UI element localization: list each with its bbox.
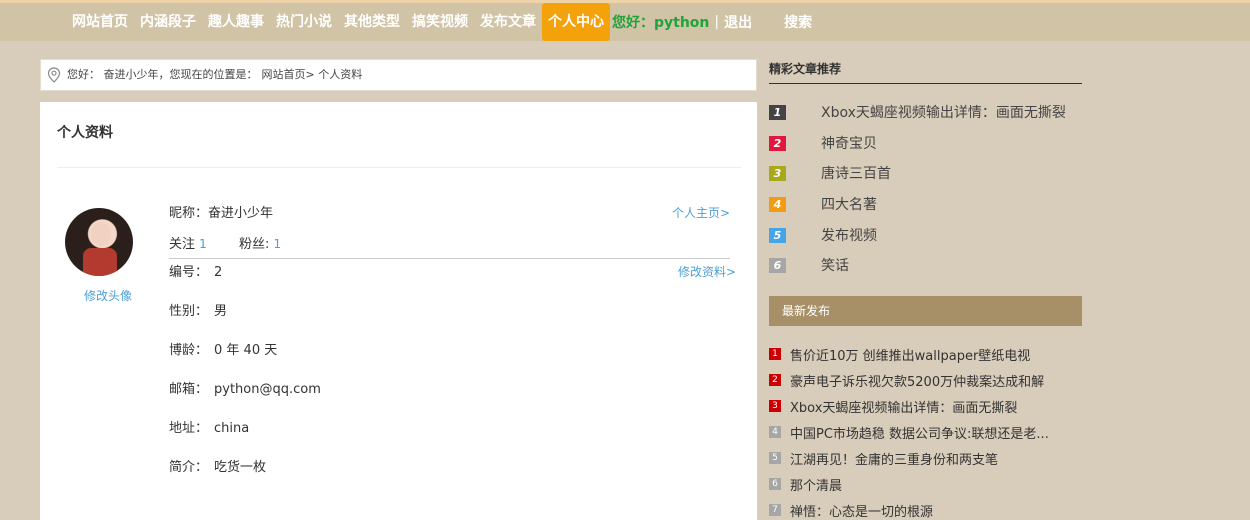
fans-count[interactable]: 1 [273, 237, 281, 251]
rank-badge: 3 [769, 165, 786, 181]
rank-badge: 2 [769, 135, 786, 151]
main-nav: 网站首页 内涵段子 趣人趣事 热门小说 其他类型 搞笑视频 发布文章 个人中心 … [66, 3, 812, 41]
latest-title: 最新发布 [769, 296, 1082, 326]
top-nav-bar: 网站首页 内涵段子 趣人趣事 热门小说 其他类型 搞笑视频 发布文章 个人中心 … [0, 0, 1250, 41]
follow-row: 关注 1 粉丝: 1 [169, 233, 281, 252]
field-label: 简介： [169, 460, 209, 475]
nav-novels[interactable]: 热门小说 [270, 3, 338, 41]
latest-item[interactable]: 1 售价近10万 创维推出wallpaper壁纸电视 [769, 345, 1082, 364]
title-divider [57, 167, 741, 168]
nav-separator: | [714, 14, 720, 30]
recommend-link[interactable]: 唐诗三百首 [821, 163, 891, 183]
field-value: python@qq.com [214, 382, 321, 397]
nav-user-center[interactable]: 个人中心 [542, 3, 610, 41]
latest-link[interactable]: 中国PC市场趋稳 数据公司争议:联想还是老... [790, 423, 1049, 442]
field-bio: 简介： 吃货一枚 [169, 456, 266, 475]
breadcrumb: 您好： 奋进小少年，您现在的位置是： 网站首页> 个人资料 [40, 59, 757, 91]
recommend-item[interactable]: 1 Xbox天蝎座视频输出详情：画面无撕裂 [769, 103, 1066, 121]
nickname-value: 奋进小少年 [208, 206, 274, 221]
rank-badge: 3 [769, 400, 781, 412]
recommend-divider [769, 83, 1082, 84]
nickname-row: 昵称：奋进小少年 [169, 202, 273, 221]
latest-item[interactable]: 4 中国PC市场趋稳 数据公司争议:联想还是老... [769, 423, 1082, 442]
field-label: 邮箱： [169, 382, 209, 397]
logout-link[interactable]: 退出 [724, 12, 752, 32]
nav-publish[interactable]: 发布文章 [474, 3, 542, 41]
page-title: 个人资料 [57, 125, 113, 141]
nav-home[interactable]: 网站首页 [66, 3, 134, 41]
recommend-item[interactable]: 4 四大名著 [769, 195, 877, 213]
nav-others[interactable]: 其他类型 [338, 3, 406, 41]
rank-badge: 5 [769, 452, 781, 464]
recommend-link[interactable]: 神奇宝贝 [821, 133, 877, 153]
field-label: 性别： [169, 304, 209, 319]
field-value: 2 [214, 265, 223, 280]
field-value: china [214, 421, 250, 436]
field-address: 地址： china [169, 417, 249, 436]
field-label: 地址： [169, 421, 209, 436]
edit-profile-link[interactable]: 修改资料> [678, 263, 736, 280]
latest-link[interactable]: 江湖再见！金庸的三重身份和两支笔 [790, 449, 998, 468]
recommend-link[interactable]: 四大名著 [821, 194, 877, 214]
field-email: 邮箱： python@qq.com [169, 378, 321, 397]
latest-link[interactable]: 禅悟：心态是一切的根源 [790, 501, 933, 520]
profile-card: 个人资料 修改头像 昵称：奋进小少年 个人主页> 关注 1 粉丝: 1 修改资料… [40, 102, 757, 520]
latest-item[interactable]: 2 豪声电子诉乐视欠款5200万仲裁案达成和解 [769, 371, 1082, 390]
field-value: 0 年 40 天 [214, 343, 278, 358]
rank-badge: 2 [769, 374, 781, 386]
recommend-link[interactable]: 笑话 [821, 255, 849, 275]
follow-label: 关注 [169, 237, 196, 252]
rank-badge: 1 [769, 348, 781, 360]
nav-fun[interactable]: 趣人趣事 [202, 3, 270, 41]
latest-link[interactable]: 豪声电子诉乐视欠款5200万仲裁案达成和解 [790, 371, 1044, 390]
rank-badge: 7 [769, 504, 781, 516]
field-blog-age: 博龄： 0 年 40 天 [169, 339, 277, 358]
rank-badge: 6 [769, 257, 786, 273]
homepage-link[interactable]: 个人主页> [672, 204, 730, 221]
rank-badge: 4 [769, 426, 781, 438]
field-gender: 性别： 男 [169, 300, 227, 319]
recommend-item[interactable]: 6 笑话 [769, 256, 849, 274]
recommend-title: 精彩文章推荐 [769, 62, 842, 76]
latest-link[interactable]: 售价近10万 创维推出wallpaper壁纸电视 [790, 345, 1030, 364]
field-value: 吃货一枚 [214, 460, 267, 475]
field-label: 博龄： [169, 343, 209, 358]
rank-badge: 4 [769, 196, 786, 212]
recommend-item[interactable]: 5 发布视频 [769, 226, 877, 244]
nav-videos[interactable]: 搞笑视频 [406, 3, 474, 41]
info-divider [169, 258, 730, 259]
recommend-item[interactable]: 3 唐诗三百首 [769, 164, 891, 182]
avatar [65, 208, 133, 276]
breadcrumb-current: 个人资料 [318, 68, 363, 81]
breadcrumb-home-link[interactable]: 网站首页> [262, 68, 315, 81]
user-greeting: 您好：python [612, 15, 710, 31]
rank-badge: 1 [769, 104, 786, 120]
recommend-link[interactable]: Xbox天蝎座视频输出详情：画面无撕裂 [821, 102, 1066, 122]
latest-link[interactable]: 那个清晨 [790, 475, 842, 494]
follow-count[interactable]: 1 [199, 237, 207, 251]
latest-item[interactable]: 5 江湖再见！金庸的三重身份和两支笔 [769, 449, 1082, 468]
breadcrumb-text: 您好： 奋进小少年，您现在的位置是： [67, 68, 258, 81]
location-pin-icon [47, 67, 61, 83]
recommend-item[interactable]: 2 神奇宝贝 [769, 134, 877, 152]
latest-item[interactable]: 7 禅悟：心态是一切的根源 [769, 501, 1082, 520]
field-label: 编号： [169, 265, 209, 280]
nav-jokes[interactable]: 内涵段子 [134, 3, 202, 41]
field-value: 男 [214, 304, 228, 319]
rank-badge: 6 [769, 478, 781, 490]
latest-item[interactable]: 3 Xbox天蝎座视频输出详情：画面无撕裂 [769, 397, 1082, 416]
search-link[interactable]: 搜索 [784, 12, 812, 32]
change-avatar-link[interactable]: 修改头像 [84, 287, 132, 304]
nickname-label: 昵称： [169, 206, 209, 221]
field-id: 编号： 2 [169, 261, 222, 280]
latest-item[interactable]: 6 那个清晨 [769, 475, 1082, 494]
fans-label: 粉丝: [238, 237, 270, 252]
latest-link[interactable]: Xbox天蝎座视频输出详情：画面无撕裂 [790, 397, 1017, 416]
recommend-link[interactable]: 发布视频 [821, 225, 877, 245]
rank-badge: 5 [769, 227, 786, 243]
